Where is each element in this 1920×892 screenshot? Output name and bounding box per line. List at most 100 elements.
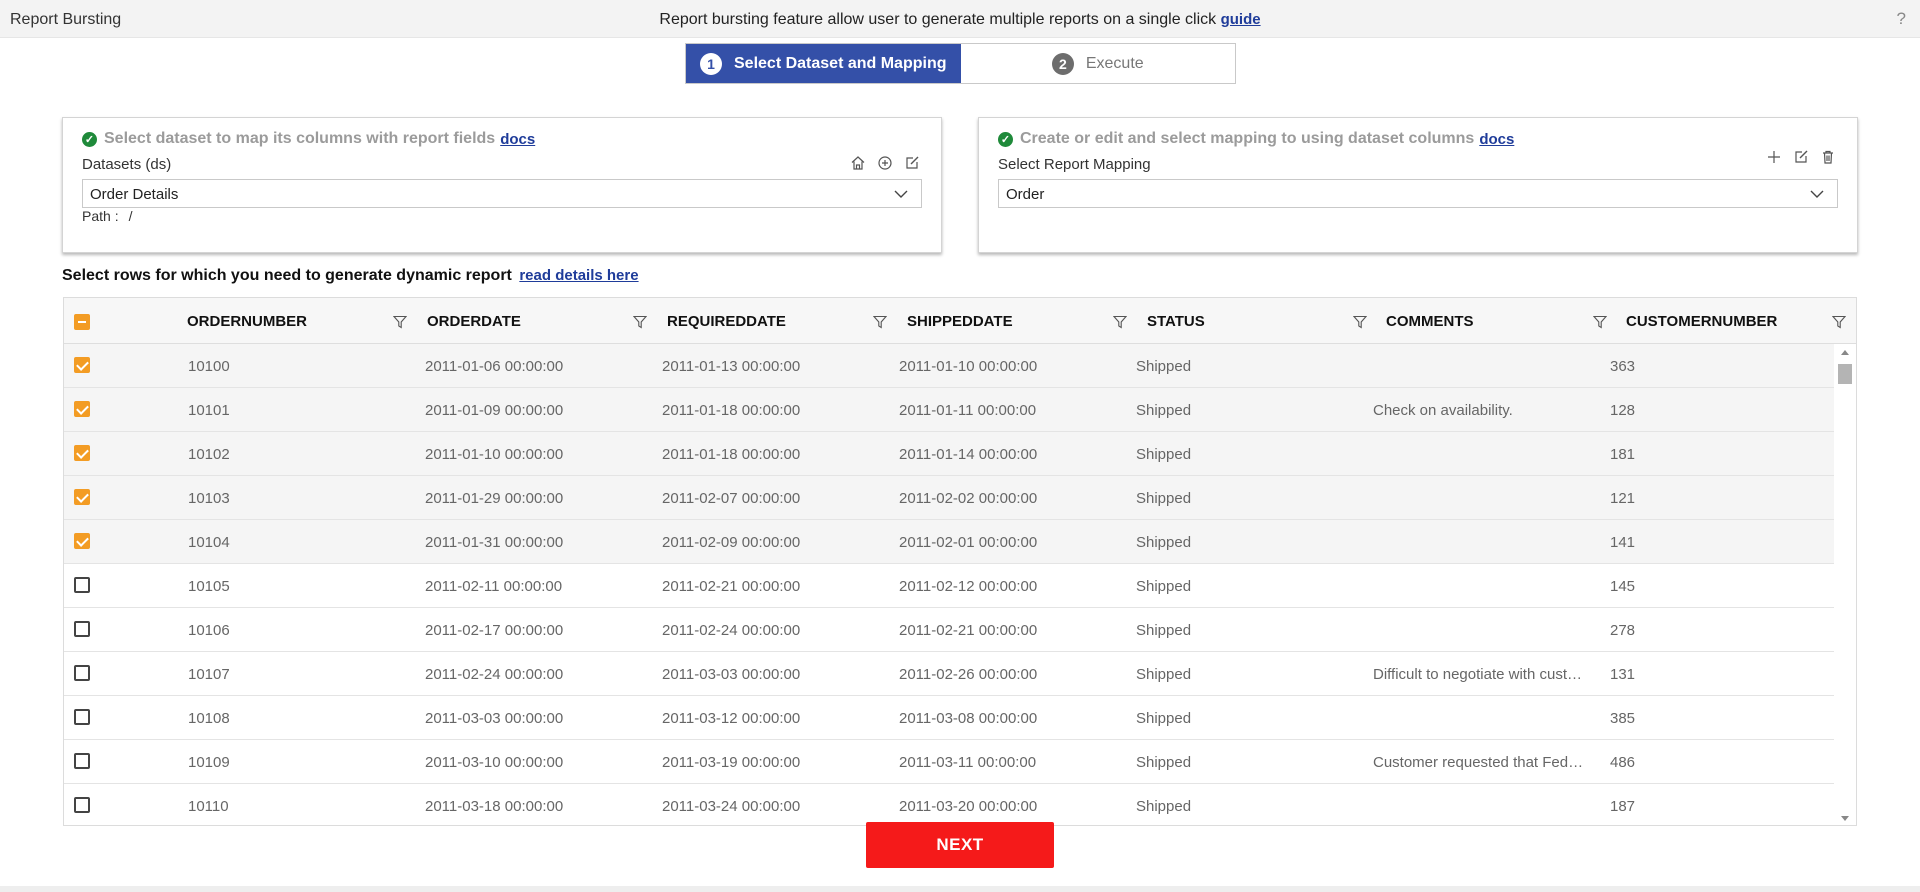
step-select-dataset[interactable]: 1 Select Dataset and Mapping (686, 44, 961, 83)
row-checkbox[interactable] (74, 709, 90, 725)
table-row[interactable]: 10101 2011-01-09 00:00:00 2011-01-18 00:00… (64, 388, 1836, 432)
edit-icon[interactable] (1792, 148, 1810, 166)
filter-icon[interactable] (632, 315, 648, 334)
read-details-link[interactable]: read details here (519, 267, 638, 284)
filter-icon[interactable] (1592, 315, 1608, 334)
mapping-select[interactable]: Order (998, 179, 1838, 208)
table-cell-requireddate: 2011-01-13 00:00:00 (662, 358, 801, 375)
row-checkbox[interactable] (74, 401, 90, 417)
scrollbar-thumb[interactable] (1838, 364, 1852, 384)
table-cell-ordernumber: 10100 (188, 358, 230, 375)
row-checkbox[interactable] (74, 489, 90, 505)
mapping-docs-link[interactable]: docs (1479, 131, 1514, 148)
table-row[interactable]: 10110 2011-03-18 00:00:00 2011-03-24 00:00… (64, 784, 1836, 825)
row-checkbox[interactable] (74, 665, 90, 681)
home-icon[interactable] (849, 154, 867, 172)
mapping-select-value: Order (1006, 186, 1045, 203)
filter-icon[interactable] (392, 315, 408, 334)
table-cell-ordernumber: 10106 (188, 622, 230, 639)
table-cell-status: Shipped (1136, 578, 1192, 595)
table-cell-ordernumber: 10110 (188, 798, 229, 815)
column-header-status[interactable]: STATUS (1147, 298, 1205, 344)
column-header-shippeddate[interactable]: SHIPPEDDATE (907, 298, 1013, 344)
filter-icon[interactable] (872, 315, 888, 334)
row-checkbox[interactable] (74, 621, 90, 637)
table-cell-requireddate: 2011-03-03 00:00:00 (662, 666, 801, 683)
table-cell-customernumber: 278 (1610, 622, 1636, 639)
table-cell-requireddate: 2011-03-24 00:00:00 (662, 798, 801, 815)
table-row[interactable]: 10108 2011-03-03 00:00:00 2011-03-12 00:00… (64, 696, 1836, 740)
check-circle-icon: ✓ (82, 131, 97, 147)
select-all-checkbox[interactable] (74, 314, 90, 330)
table-row[interactable]: 10105 2011-02-11 00:00:00 2011-02-21 00:00… (64, 564, 1836, 608)
row-checkbox[interactable] (74, 533, 90, 549)
chevron-down-icon (893, 186, 909, 206)
plus-icon[interactable] (1765, 148, 1783, 166)
top-bar: Report Bursting Report bursting feature … (0, 0, 1920, 38)
dataset-select[interactable]: Order Details (82, 179, 922, 208)
dataset-select-value: Order Details (90, 186, 179, 203)
row-checkbox[interactable] (74, 753, 90, 769)
add-circle-icon[interactable] (876, 154, 894, 172)
table-row[interactable]: 10106 2011-02-17 00:00:00 2011-02-24 00:00… (64, 608, 1836, 652)
table-row[interactable]: 10100 2011-01-06 00:00:00 2011-01-13 00:00… (64, 344, 1836, 388)
mapping-card: ✓ Create or edit and select mapping to u… (978, 117, 1858, 253)
datasets-label: Datasets (ds) (82, 156, 172, 173)
trash-icon[interactable] (1819, 148, 1837, 166)
scroll-up-icon[interactable] (1841, 350, 1849, 355)
table-cell-requireddate: 2011-02-24 00:00:00 (662, 622, 801, 639)
guide-link[interactable]: guide (1221, 11, 1261, 28)
filter-icon[interactable] (1831, 315, 1847, 334)
stepper: 1 Select Dataset and Mapping 2 Execute (685, 43, 1236, 84)
table-cell-customernumber: 363 (1610, 358, 1636, 375)
table-row[interactable]: 10104 2011-01-31 00:00:00 2011-02-09 00:00… (64, 520, 1836, 564)
dataset-card-header: ✓ Select dataset to map its columns with… (82, 130, 535, 148)
table-cell-shippeddate: 2011-03-20 00:00:00 (899, 798, 1038, 815)
scroll-down-icon[interactable] (1841, 816, 1849, 821)
table-header: ORDERNUMBER ORDERDATE REQUIREDDATE SHIPP… (64, 298, 1856, 344)
filter-icon[interactable] (1112, 315, 1128, 334)
table-row[interactable]: 10109 2011-03-10 00:00:00 2011-03-19 00:00… (64, 740, 1836, 784)
step-label: Select Dataset and Mapping (734, 54, 947, 72)
column-header-comments[interactable]: COMMENTS (1386, 298, 1474, 344)
row-checkbox[interactable] (74, 577, 90, 593)
next-button[interactable]: NEXT (866, 822, 1054, 868)
column-header-customernumber[interactable]: CUSTOMERNUMBER (1626, 298, 1777, 344)
chevron-down-icon (1809, 186, 1825, 206)
table-cell-comments: Check on availability. (1373, 402, 1513, 419)
table-cell-orderdate: 2011-03-10 00:00:00 (425, 754, 564, 771)
table-cell-ordernumber: 10102 (188, 446, 230, 463)
table-cell-orderdate: 2011-01-10 00:00:00 (425, 446, 564, 463)
table-cell-customernumber: 141 (1610, 534, 1636, 551)
help-icon[interactable]: ? (1897, 9, 1906, 29)
orders-table: ORDERNUMBER ORDERDATE REQUIREDDATE SHIPP… (63, 297, 1857, 826)
table-cell-ordernumber: 10105 (188, 578, 230, 595)
row-checkbox[interactable] (74, 797, 90, 813)
column-header-ordernumber[interactable]: ORDERNUMBER (187, 298, 307, 344)
table-row[interactable]: 10102 2011-01-10 00:00:00 2011-01-18 00:00… (64, 432, 1836, 476)
table-cell-shippeddate: 2011-01-10 00:00:00 (899, 358, 1038, 375)
table-row[interactable]: 10107 2011-02-24 00:00:00 2011-03-03 00:00… (64, 652, 1836, 696)
table-scrollbar[interactable] (1834, 344, 1856, 825)
table-cell-status: Shipped (1136, 358, 1192, 375)
mapping-actions (1765, 148, 1837, 166)
header-description-text: Report bursting feature allow user to ge… (659, 11, 1217, 28)
step-execute[interactable]: 2 Execute (960, 44, 1235, 83)
filter-icon[interactable] (1352, 315, 1368, 334)
table-cell-ordernumber: 10107 (188, 666, 230, 683)
edit-icon[interactable] (903, 154, 921, 172)
table-cell-comments: Difficult to negotiate with cust… (1373, 666, 1582, 683)
table-cell-shippeddate: 2011-02-12 00:00:00 (899, 578, 1038, 595)
table-cell-requireddate: 2011-01-18 00:00:00 (662, 446, 801, 463)
table-cell-customernumber: 181 (1610, 446, 1636, 463)
dataset-card: ✓ Select dataset to map its columns with… (62, 117, 942, 253)
table-row[interactable]: 10103 2011-01-29 00:00:00 2011-02-07 00:00… (64, 476, 1836, 520)
row-checkbox[interactable] (74, 445, 90, 461)
table-cell-status: Shipped (1136, 446, 1192, 463)
row-checkbox[interactable] (74, 357, 90, 373)
table-cell-customernumber: 385 (1610, 710, 1636, 727)
column-header-requireddate[interactable]: REQUIREDDATE (667, 298, 786, 344)
dataset-docs-link[interactable]: docs (500, 131, 535, 148)
column-header-orderdate[interactable]: ORDERDATE (427, 298, 521, 344)
header-description: Report bursting feature allow user to ge… (0, 11, 1920, 29)
